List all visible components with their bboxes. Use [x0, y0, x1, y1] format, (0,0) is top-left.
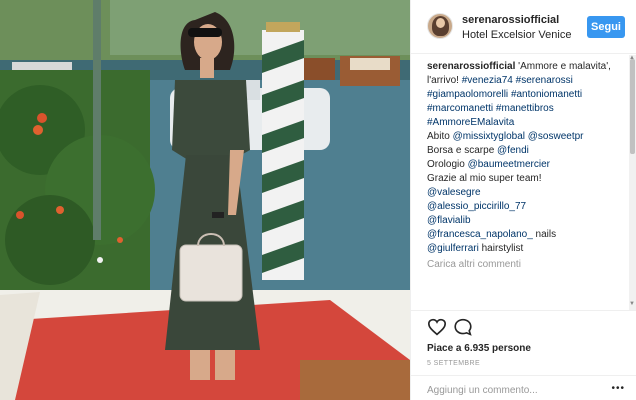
- username-link[interactable]: serenarossiofficial: [462, 14, 559, 26]
- avatar[interactable]: [427, 13, 453, 39]
- mention-link[interactable]: @missixtyglobal: [453, 131, 525, 142]
- post-sidebar: serenarossiofficial Hotel Excelsior Veni…: [410, 0, 636, 400]
- hashtag-link[interactable]: #AmmoreEMalavita: [427, 117, 514, 128]
- scroll-down-icon[interactable]: ▼: [629, 301, 635, 307]
- mention-link[interactable]: @giulferrari: [427, 243, 479, 254]
- actions-divider: [411, 310, 636, 312]
- mention-link[interactable]: @baumeetmercier: [468, 159, 550, 170]
- mention-link[interactable]: @francesca_napolano_: [427, 229, 533, 240]
- caption-text: nails: [532, 229, 557, 240]
- hashtag-link[interactable]: #marcomanetti: [427, 103, 493, 114]
- hashtag-link[interactable]: #serenarossi: [516, 75, 573, 86]
- post-header: serenarossiofficial Hotel Excelsior Veni…: [411, 0, 636, 54]
- mention-link[interactable]: @flavialib: [427, 215, 471, 226]
- caption-text: hairstylist: [478, 243, 524, 254]
- photo-image: [0, 0, 410, 400]
- mention-link[interactable]: @sosweetpr: [528, 131, 584, 142]
- post-date: 5 SETTEMBRE: [427, 360, 481, 367]
- mention-link[interactable]: @alessio_piccirillo_77: [427, 201, 526, 212]
- caption-block: serenarossiofficial 'Ammore e malavita',…: [427, 60, 625, 272]
- hashtag-link[interactable]: #antoniomanetti: [511, 89, 582, 100]
- scroll-up-icon[interactable]: ▲: [629, 55, 635, 61]
- caption-text: Abito: [427, 131, 453, 142]
- hashtag-link[interactable]: #venezia74: [462, 75, 513, 86]
- mention-link[interactable]: @fendi: [497, 145, 529, 156]
- hashtag-link[interactable]: #manettibros: [496, 103, 554, 114]
- mention-link[interactable]: @valesegre: [427, 187, 481, 198]
- location-link[interactable]: Hotel Excelsior Venice: [462, 29, 571, 41]
- caption-text: Orologio: [427, 159, 468, 170]
- caption-text: l'arrivo!: [427, 75, 462, 86]
- comment-icon[interactable]: [453, 318, 473, 336]
- post-photo[interactable]: [0, 0, 410, 400]
- avatar-face: [436, 18, 445, 28]
- caption-text: 'Ammore e malavita',: [515, 61, 611, 72]
- hashtag-link[interactable]: #giampaolomorelli: [427, 89, 508, 100]
- follow-button[interactable]: Segui: [587, 16, 625, 38]
- caption-username[interactable]: serenarossiofficial: [427, 61, 515, 72]
- carousel-dots: [186, 393, 216, 400]
- scrollbar[interactable]: [629, 55, 636, 310]
- load-more-comments-link[interactable]: Carica altri commenti: [427, 258, 625, 272]
- caption-text: Grazie al mio super team!: [427, 173, 542, 184]
- likes-count[interactable]: Piace a 6.935 persone: [427, 343, 531, 354]
- add-comment-input[interactable]: Aggiungi un commento...: [427, 385, 538, 396]
- heart-icon[interactable]: [427, 318, 447, 336]
- add-comment-bar: Aggiungi un commento... •••: [411, 375, 636, 400]
- scrollbar-thumb[interactable]: [630, 59, 635, 154]
- more-options-icon[interactable]: •••: [611, 383, 625, 394]
- caption-text: Borsa e scarpe: [427, 145, 498, 156]
